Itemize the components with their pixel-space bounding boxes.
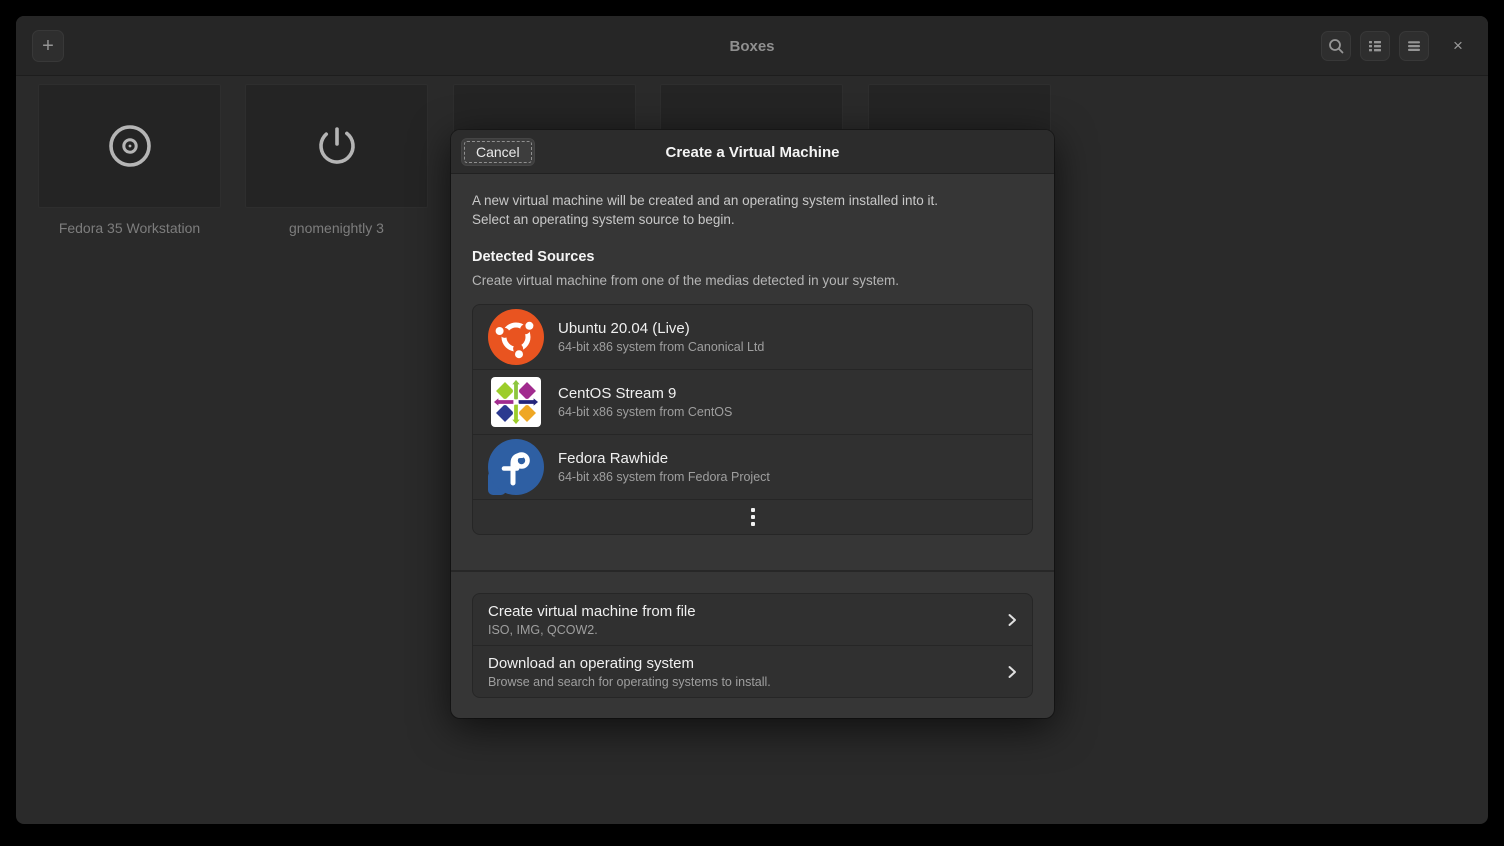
intro-line-1: A new virtual machine will be created an… [472, 192, 1033, 211]
dialog-header: Cancel Create a Virtual Machine [451, 130, 1054, 174]
intro-line-2: Select an operating system source to beg… [472, 211, 1033, 230]
optical-disc-icon [106, 122, 154, 170]
window-title: Boxes [16, 16, 1488, 76]
dialog-separator [451, 570, 1054, 572]
vm-tile-fedora-35[interactable] [38, 84, 221, 208]
dialog-intro: A new virtual machine will be created an… [472, 192, 1033, 229]
menu-button[interactable] [1399, 31, 1429, 61]
window-close-button[interactable]: × [1443, 31, 1473, 61]
show-more-sources-button[interactable] [473, 500, 1032, 534]
source-row-fedora[interactable]: Fedora Rawhide 64-bit x86 system from Fe… [473, 435, 1032, 500]
detected-sources-heading: Detected Sources [472, 249, 595, 265]
create-vm-dialog: Cancel Create a Virtual Machine A new vi… [451, 130, 1054, 718]
power-icon [313, 122, 361, 170]
detected-sources-list: Ubuntu 20.04 (Live) 64-bit x86 system fr… [472, 304, 1033, 535]
hamburger-menu-icon [1405, 37, 1423, 55]
source-title: Ubuntu 20.04 (Live) [558, 320, 764, 337]
ubuntu-logo-icon [488, 309, 544, 365]
vm-tile-label: Fedora 35 Workstation [38, 220, 221, 236]
create-from-file-row[interactable]: Create virtual machine from file ISO, IM… [473, 594, 1032, 646]
list-view-button[interactable] [1360, 31, 1390, 61]
cancel-button[interactable]: Cancel [461, 138, 535, 166]
actions-list: Create virtual machine from file ISO, IM… [472, 593, 1033, 698]
screen: + Boxes × [0, 0, 1504, 846]
detected-sources-subtitle: Create virtual machine from one of the m… [472, 273, 899, 288]
list-view-icon [1366, 37, 1384, 55]
action-title: Create virtual machine from file [488, 603, 696, 620]
source-row-centos[interactable]: CentOS Stream 9 64-bit x86 system from C… [473, 370, 1032, 435]
dialog-title: Create a Virtual Machine [451, 130, 1054, 174]
source-subtitle: 64-bit x86 system from CentOS [558, 405, 732, 419]
source-title: Fedora Rawhide [558, 450, 770, 467]
fedora-logo-icon [488, 439, 544, 495]
centos-logo-icon [488, 374, 544, 430]
new-vm-button[interactable]: + [32, 30, 64, 62]
search-button[interactable] [1321, 31, 1351, 61]
vertical-ellipsis-icon [751, 508, 755, 526]
search-icon [1327, 37, 1345, 55]
chevron-right-icon [1004, 664, 1020, 680]
action-subtitle: Browse and search for operating systems … [488, 675, 771, 689]
chevron-right-icon [1004, 612, 1020, 628]
source-row-ubuntu[interactable]: Ubuntu 20.04 (Live) 64-bit x86 system fr… [473, 305, 1032, 370]
source-subtitle: 64-bit x86 system from Fedora Project [558, 470, 770, 484]
download-os-row[interactable]: Download an operating system Browse and … [473, 646, 1032, 697]
vm-tile-gnomenightly[interactable] [245, 84, 428, 208]
plus-icon: + [42, 35, 54, 58]
action-subtitle: ISO, IMG, QCOW2. [488, 623, 696, 637]
vm-tile-label: gnomenightly 3 [245, 220, 428, 236]
titlebar: + Boxes × [16, 16, 1488, 76]
source-subtitle: 64-bit x86 system from Canonical Ltd [558, 340, 764, 354]
action-title: Download an operating system [488, 655, 771, 672]
close-icon: × [1453, 36, 1463, 56]
source-title: CentOS Stream 9 [558, 385, 732, 402]
boxes-window: + Boxes × [16, 16, 1488, 824]
